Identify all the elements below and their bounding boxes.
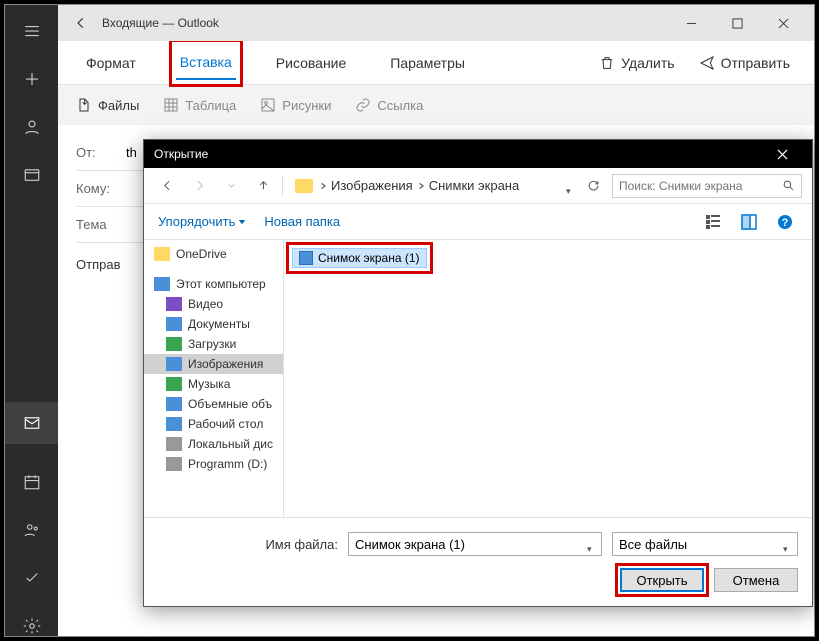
mail-icon[interactable] (5, 402, 58, 444)
file-list[interactable]: Снимок экрана (1) (284, 240, 812, 517)
dialog-close-button[interactable] (762, 140, 802, 168)
to-label: Кому: (76, 181, 126, 196)
tree-thispc[interactable]: Этот компьютер (144, 274, 283, 294)
organize-menu[interactable]: Упорядочить (158, 214, 246, 229)
tree-music[interactable]: Музыка (144, 374, 283, 394)
dialog-footer: Имя файла: Снимок экрана (1) Все файлы О… (144, 517, 812, 606)
tree-videos[interactable]: Видео (144, 294, 283, 314)
link-tool[interactable]: Ссылка (355, 97, 423, 113)
tree-desktop[interactable]: Рабочий стол (144, 414, 283, 434)
back-button[interactable] (66, 16, 96, 30)
tree-pictures[interactable]: Изображения (144, 354, 283, 374)
calendar-icon[interactable] (22, 472, 42, 492)
pictures-label: Рисунки (282, 98, 331, 113)
nav-up[interactable] (250, 173, 276, 199)
ribbon-tabs: Формат Вставка Рисование Параметры Удали… (58, 41, 814, 85)
close-button[interactable] (760, 5, 806, 41)
from-label: От: (76, 145, 126, 160)
folder-tree[interactable]: OneDrive Этот компьютер Видео Документы … (144, 240, 284, 517)
app-frame: Tournament Входящие — Outlook Формат Вст… (4, 4, 815, 637)
organize-label: Упорядочить (158, 214, 235, 229)
filename-label: Имя файла: (158, 537, 338, 552)
help-button[interactable]: ? (772, 211, 798, 233)
subject-label: Тема (76, 217, 126, 232)
breadcrumb-pictures[interactable]: Изображения (331, 178, 413, 193)
search-box[interactable] (612, 174, 802, 198)
tree-programm-d[interactable]: Programm (D:) (144, 454, 283, 474)
table-tool[interactable]: Таблица (163, 97, 236, 113)
menu-icon[interactable] (22, 21, 42, 41)
cancel-button[interactable]: Отмена (714, 568, 798, 592)
svg-text:?: ? (782, 217, 789, 229)
nav-recent[interactable] (218, 173, 244, 199)
filename-value: Снимок экрана (1) (355, 537, 465, 552)
maximize-button[interactable] (714, 5, 760, 41)
tree-localdisk[interactable]: Локальный дис (144, 434, 283, 454)
file-name: Снимок экрана (1) (318, 251, 420, 265)
minimize-button[interactable] (668, 5, 714, 41)
breadcrumb-screenshots[interactable]: Снимки экрана (429, 178, 520, 193)
file-screenshot-1[interactable]: Снимок экрана (1) (292, 248, 427, 268)
search-input[interactable] (619, 179, 782, 193)
contacts-icon[interactable] (22, 520, 42, 540)
insert-toolbar: Файлы Таблица Рисунки Ссылка (58, 85, 814, 125)
tree-onedrive[interactable]: OneDrive (144, 244, 283, 264)
view-mode-button[interactable] (700, 211, 726, 233)
tab-draw[interactable]: Рисование (272, 47, 351, 79)
nav-back[interactable] (154, 173, 180, 199)
tab-format[interactable]: Формат (82, 47, 140, 79)
file-open-dialog: Открытие Изображения Снимки экрана (143, 139, 813, 607)
sidebar (5, 5, 58, 636)
delete-label: Удалить (621, 55, 674, 71)
files-label: Файлы (98, 98, 139, 113)
files-tool[interactable]: Файлы (76, 97, 139, 113)
dialog-navbar: Изображения Снимки экрана (144, 168, 812, 204)
delete-button[interactable]: Удалить (599, 55, 674, 71)
folder-icon (295, 179, 313, 193)
browser-icon[interactable] (22, 165, 42, 185)
new-folder-button[interactable]: Новая папка (264, 214, 340, 229)
new-folder-label: Новая папка (264, 214, 340, 229)
from-value: th (126, 145, 137, 160)
settings-icon[interactable] (22, 616, 42, 636)
tree-3dobjects[interactable]: Объемные объ (144, 394, 283, 414)
new-icon[interactable] (22, 69, 42, 89)
send-button[interactable]: Отправить (699, 55, 790, 71)
preview-pane-button[interactable] (736, 211, 762, 233)
dialog-toolbar: Упорядочить Новая папка ? (144, 204, 812, 240)
filename-field[interactable]: Снимок экрана (1) (348, 532, 602, 556)
breadcrumb[interactable]: Изображения Снимки экрана (295, 178, 574, 193)
people-icon[interactable] (22, 117, 42, 137)
titlebar: Входящие — Outlook (58, 5, 814, 41)
image-file-icon (299, 251, 313, 265)
tab-options[interactable]: Параметры (386, 47, 469, 79)
tree-downloads[interactable]: Загрузки (144, 334, 283, 354)
dialog-title: Открытие (154, 147, 208, 161)
refresh-button[interactable] (580, 173, 606, 199)
pictures-tool[interactable]: Рисунки (260, 97, 331, 113)
link-label: Ссылка (377, 98, 423, 113)
nav-forward[interactable] (186, 173, 212, 199)
window-title: Входящие — Outlook (102, 16, 219, 30)
todo-icon[interactable] (22, 568, 42, 588)
send-label: Отправить (721, 55, 790, 71)
tab-insert[interactable]: Вставка (176, 46, 236, 80)
dialog-titlebar: Открытие (144, 140, 812, 168)
filter-value: Все файлы (619, 537, 687, 552)
filter-dropdown[interactable]: Все файлы (612, 532, 798, 556)
tree-documents[interactable]: Документы (144, 314, 283, 334)
table-label: Таблица (185, 98, 236, 113)
open-button[interactable]: Открыть (620, 568, 704, 592)
